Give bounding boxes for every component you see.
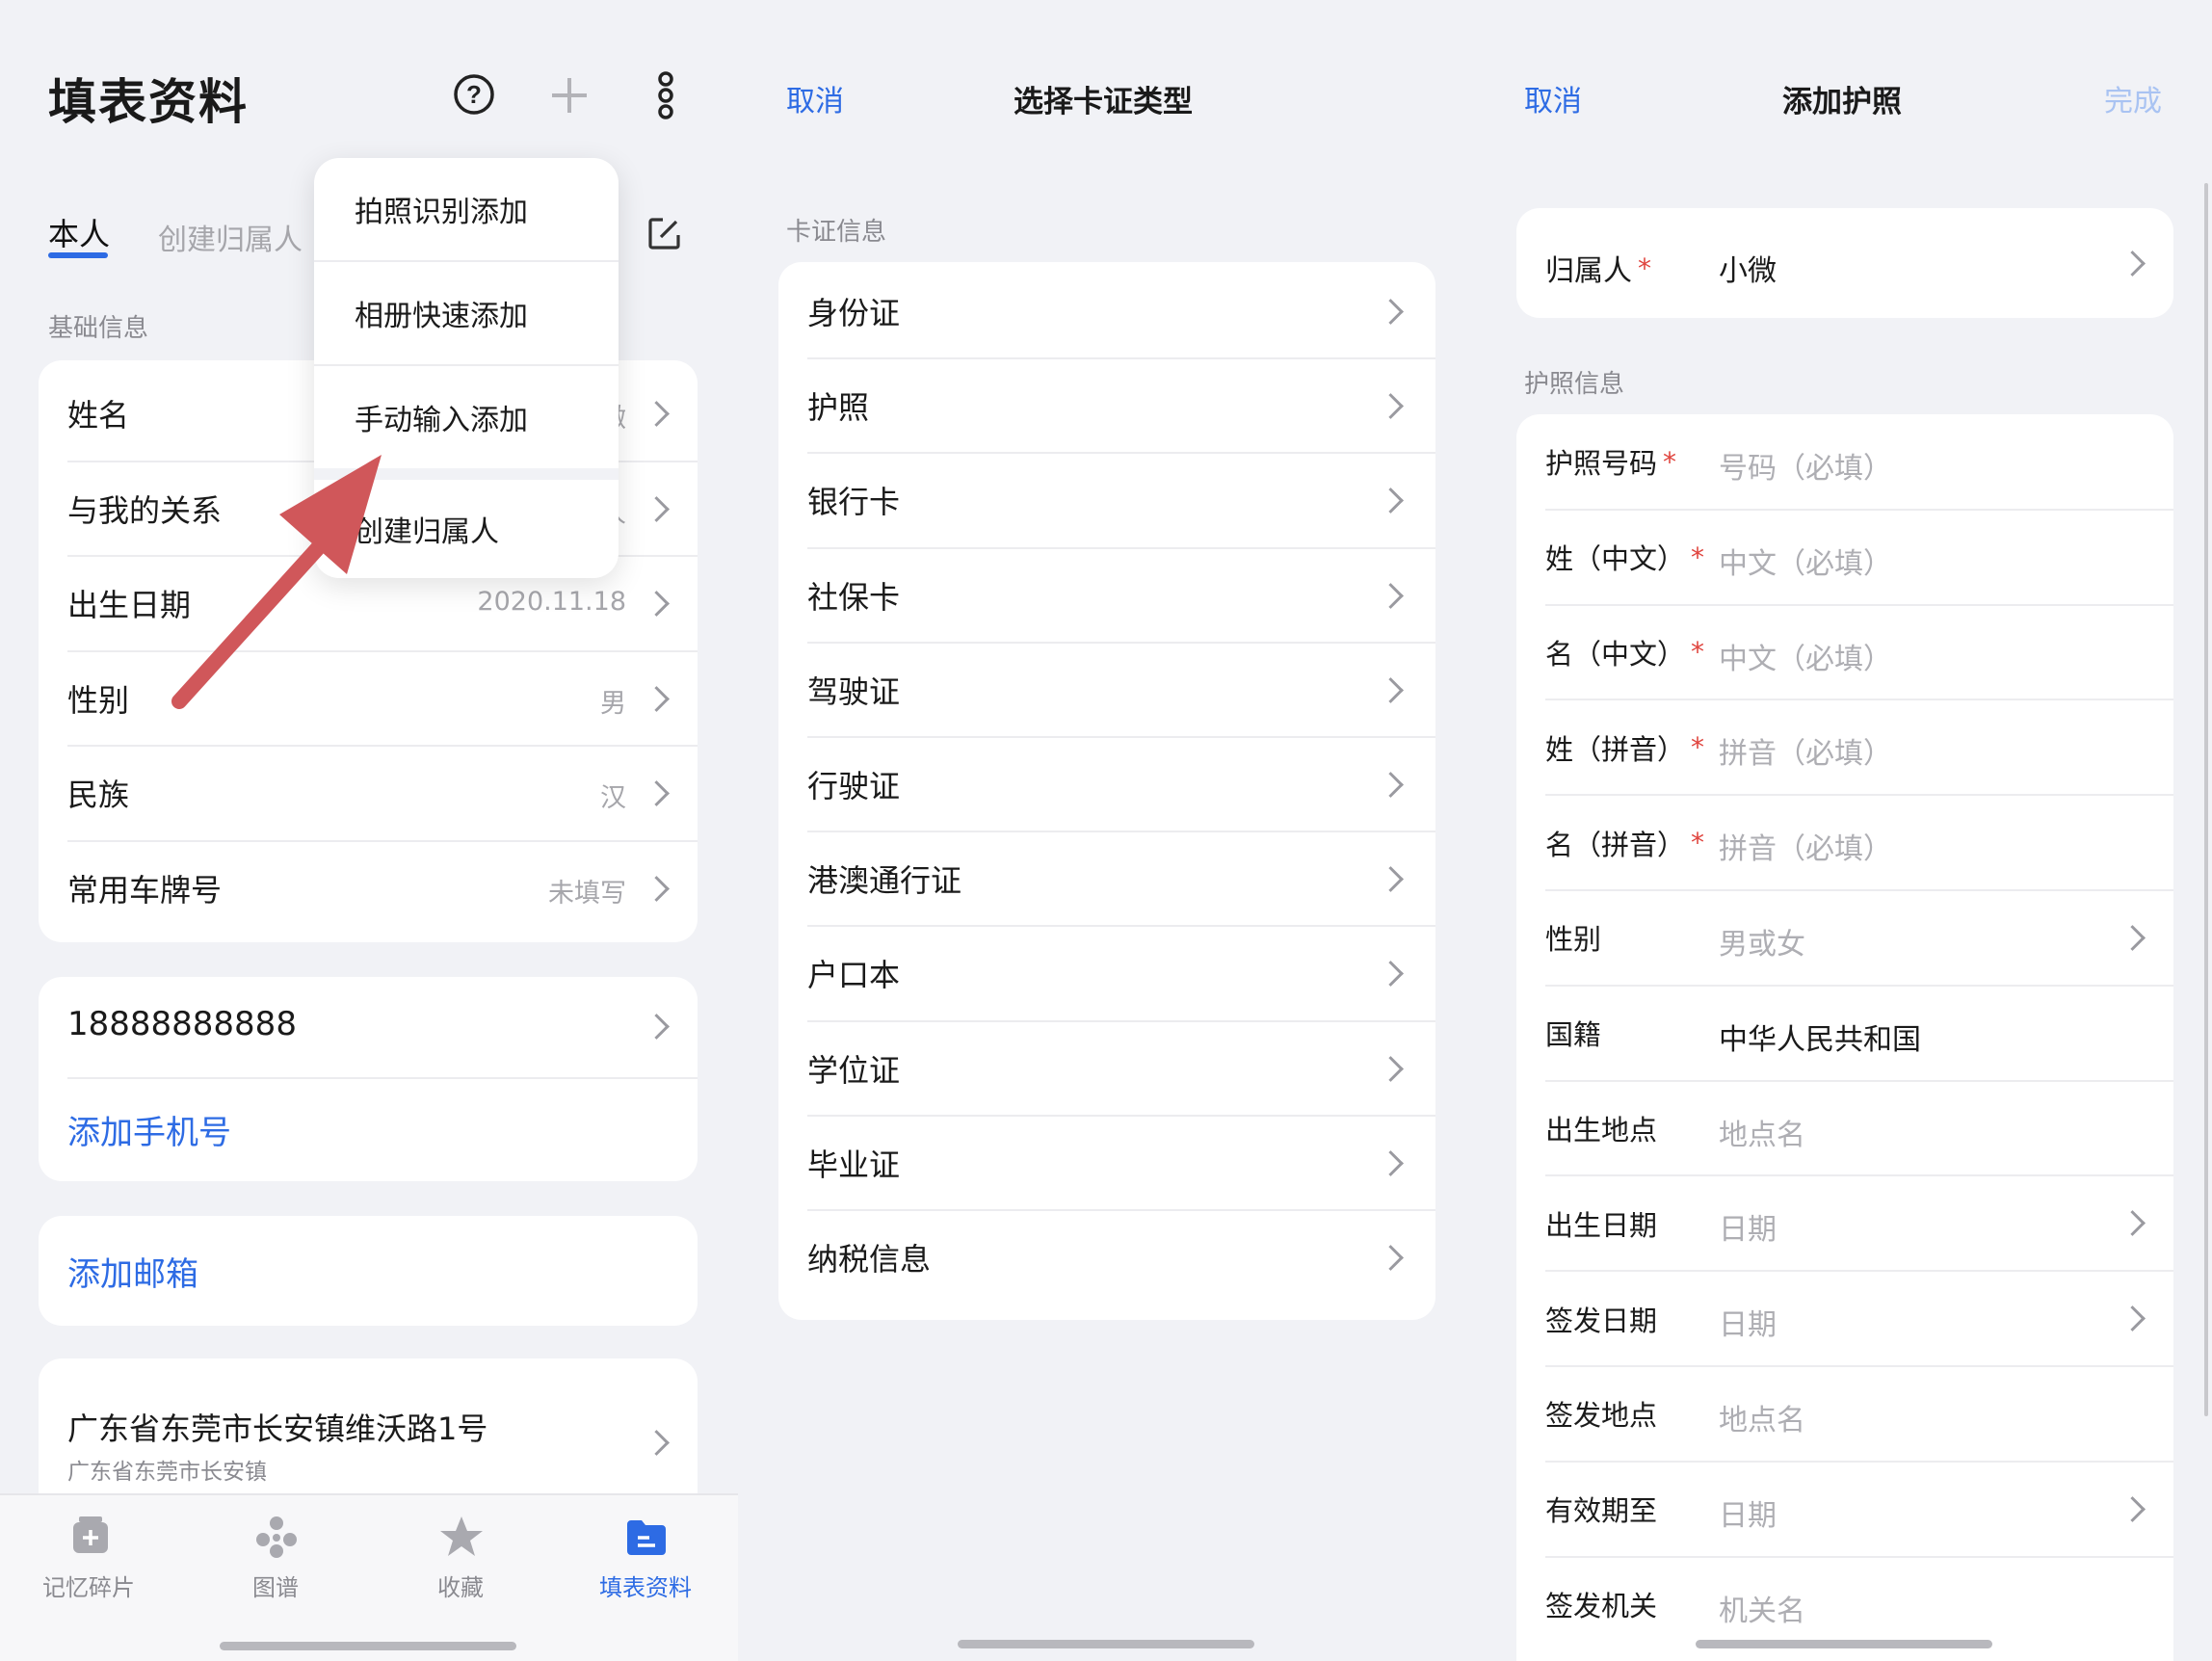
card-type-label: 护照 — [807, 389, 870, 427]
passport-field-row[interactable]: 出生日期 — [1516, 1175, 2173, 1271]
home-indicator — [1696, 1640, 1992, 1648]
passport-field-row[interactable]: 有效期至 — [1516, 1462, 2173, 1557]
card-type-item[interactable]: 港澳通行证 — [778, 831, 1435, 926]
field-placeholder: 日期 — [1719, 1308, 1777, 1343]
field-label: 出生地点 — [1545, 1113, 1658, 1147]
card-type-label: 学位证 — [807, 1051, 901, 1089]
page-title: 添加护照 — [1782, 85, 1902, 119]
field-label: 签发日期 — [1545, 1304, 1658, 1337]
passport-form-card: 护照号码 * 号码（必填） 姓（中文） * 中文（必填） 名（中文） * 中文（必填） 姓（拼音）… — [1516, 414, 2173, 1661]
panel-profile: 填表资料 ? 本人 创建归属人 基础信息 姓名小微与我的关系本人出生日期2020… — [0, 0, 738, 1661]
field-label: 性别 — [1545, 923, 1602, 957]
field-placeholder: 机关名 — [1719, 1594, 1805, 1628]
required-mark: * — [1691, 636, 1705, 669]
panel-add-passport: 取消 添加护照 完成 归属人 * 小微 护照信息 护照号码 * 号码（必填） 姓（中文… — [1476, 0, 2212, 1661]
field-label: 签发机关 — [1545, 1589, 1658, 1622]
field-label: 出生日期 — [1545, 1208, 1658, 1242]
field-label: 姓（中文） — [1545, 542, 1686, 576]
owner-label-group: 归属人 * — [1545, 247, 1651, 289]
required-mark: * — [1691, 827, 1705, 859]
field-placeholder: 日期 — [1719, 1498, 1777, 1533]
field-placeholder: 男或女 — [1719, 928, 1805, 962]
passport-info-section-title: 护照信息 — [1524, 370, 1625, 399]
owner-card[interactable]: 归属人 * 小微 — [1516, 208, 2173, 318]
card-type-label: 户口本 — [807, 957, 901, 994]
passport-field-row[interactable]: 签发日期 — [1516, 1271, 2173, 1366]
card-type-item[interactable]: 学位证 — [778, 1021, 1435, 1116]
card-type-item[interactable]: 社保卡 — [778, 548, 1435, 643]
card-type-label: 身份证 — [807, 295, 901, 332]
required-mark: * — [1663, 445, 1677, 478]
owner-value: 小微 — [1719, 254, 1777, 288]
field-placeholder: 地点名 — [1719, 1404, 1805, 1437]
required-mark: * — [1691, 540, 1705, 573]
card-type-item[interactable]: 身份证 — [778, 264, 1435, 358]
card-info-section-title: 卡证信息 — [786, 218, 887, 247]
passport-field-row[interactable]: 出生地点 — [1516, 1081, 2173, 1176]
required-mark: * — [1691, 731, 1705, 764]
field-label: 国籍 — [1545, 1018, 1602, 1052]
field-label: 名（拼音） — [1545, 828, 1686, 861]
field-placeholder: 日期 — [1719, 1213, 1777, 1248]
cancel-button[interactable]: 取消 — [1524, 77, 1582, 119]
card-type-item[interactable]: 纳税信息 — [778, 1210, 1435, 1305]
annotation-arrow — [171, 455, 382, 709]
cancel-button[interactable]: 取消 — [786, 77, 844, 119]
passport-field-row[interactable]: 签发机关 — [1516, 1557, 2173, 1652]
chevron-right-icon — [2120, 250, 2146, 277]
field-label: 护照号码 — [1545, 447, 1658, 481]
card-type-label: 纳税信息 — [807, 1241, 932, 1279]
scrollbar[interactable] — [2204, 183, 2208, 1416]
card-type-item[interactable]: 毕业证 — [778, 1116, 1435, 1210]
card-type-list: 身份证护照银行卡社保卡驾驶证行驶证港澳通行证户口本学位证毕业证纳税信息 — [778, 262, 1435, 1320]
passport-field-row[interactable]: 签发地点 — [1516, 1366, 2173, 1462]
field-label: 签发地点 — [1545, 1399, 1658, 1433]
card-type-item[interactable]: 行驶证 — [778, 737, 1435, 831]
home-indicator — [958, 1640, 1254, 1648]
card-type-item[interactable]: 护照 — [778, 358, 1435, 453]
page-title: 选择卡证类型 — [1014, 85, 1193, 119]
field-label: 姓（拼音） — [1545, 732, 1686, 766]
required-mark: * — [1638, 251, 1651, 284]
card-type-label: 银行卡 — [807, 484, 901, 521]
field-placeholder: 中文（必填） — [1719, 546, 1892, 581]
card-type-item[interactable]: 驾驶证 — [778, 643, 1435, 737]
card-type-label: 港澳通行证 — [807, 862, 962, 900]
panel-select-card-type: 取消 选择卡证类型 卡证信息 身份证护照银行卡社保卡驾驶证行驶证港澳通行证户口本… — [738, 0, 1476, 1661]
owner-label: 归属人 — [1545, 254, 1632, 288]
field-placeholder: 拼音（必填） — [1719, 737, 1892, 772]
card-type-item[interactable]: 户口本 — [778, 926, 1435, 1020]
field-placeholder: 拼音（必填） — [1719, 832, 1892, 867]
field-label: 名（中文） — [1545, 637, 1686, 671]
card-type-label: 驾驶证 — [807, 672, 901, 710]
field-label: 有效期至 — [1545, 1494, 1658, 1528]
field-placeholder: 地点名 — [1719, 1118, 1805, 1152]
done-button[interactable]: 完成 — [2104, 77, 2162, 119]
card-type-label: 毕业证 — [807, 1146, 901, 1183]
card-type-label: 行驶证 — [807, 768, 901, 805]
field-value: 中华人民共和国 — [1719, 1022, 1921, 1057]
card-type-item[interactable]: 银行卡 — [778, 453, 1435, 547]
passport-field-row[interactable]: 性别 — [1516, 890, 2173, 986]
field-placeholder: 号码（必填） — [1719, 452, 1892, 486]
card-type-label: 社保卡 — [807, 578, 901, 616]
field-placeholder: 中文（必填） — [1719, 642, 1892, 676]
